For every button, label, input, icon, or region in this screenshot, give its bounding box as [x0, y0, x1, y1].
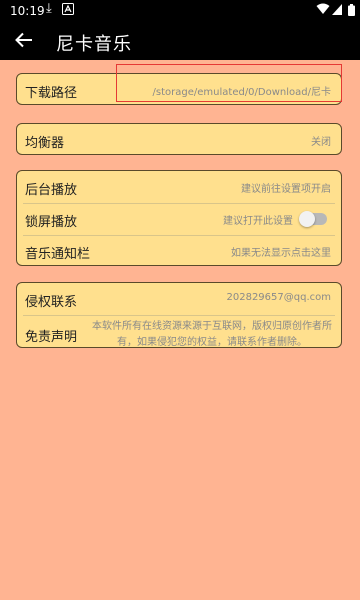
battery-icon [348, 4, 355, 19]
page-title: 尼卡音乐 [56, 34, 132, 55]
equalizer-label: 均衡器 [25, 136, 65, 151]
copyright-contact-label: 侵权联系 [25, 295, 78, 310]
equalizer-row[interactable]: 均衡器 关闭 [16, 123, 342, 155]
lockscreen-play-row[interactable]: 锁屏播放 建议打开此设置 [17, 203, 341, 235]
info-card: 侵权联系 202829657@qq.com 免责声明 本软件所有在线资源来源于互… [16, 282, 342, 348]
download-icon: ⤓ [46, 1, 52, 16]
disclaimer-text: 本软件所有在线资源来源于互联网，版权归原创作者所有，如果侵犯您的权益，请联系作者… [92, 321, 332, 348]
copyright-contact-value: 202829657@qq.com [226, 292, 332, 303]
notification-bar-row[interactable]: 音乐通知栏 如果无法显示点击这里 [17, 235, 341, 267]
equalizer-value: 关闭 [311, 137, 331, 148]
lockscreen-play-value: 建议打开此设置 [223, 216, 293, 227]
a-icon [62, 3, 74, 18]
lockscreen-play-label: 锁屏播放 [25, 215, 78, 230]
copyright-contact-row[interactable]: 侵权联系 202829657@qq.com [17, 283, 341, 315]
status-bar: 10:19 ⤓ [0, 0, 360, 22]
disclaimer-label: 免责声明 [25, 330, 78, 345]
highlight-box [116, 64, 342, 102]
background-play-value: 建议前往设置项开启 [241, 184, 331, 195]
download-path-label: 下载路径 [25, 86, 78, 101]
playback-settings-card: 后台播放 建议前往设置项开启 锁屏播放 建议打开此设置 音乐通知栏 如果无法显示… [16, 170, 342, 266]
app-bar: 尼卡音乐 [0, 22, 360, 60]
status-time: 10:19 [10, 4, 45, 18]
notification-bar-label: 音乐通知栏 [25, 247, 91, 262]
disclaimer-row[interactable]: 免责声明 本软件所有在线资源来源于互联网，版权归原创作者所有，如果侵犯您的权益，… [17, 315, 341, 349]
toggle-knob [299, 211, 315, 227]
wifi-icon [316, 3, 330, 18]
notification-bar-value: 如果无法显示点击这里 [231, 248, 331, 259]
background-play-label: 后台播放 [25, 183, 78, 198]
background-play-row[interactable]: 后台播放 建议前往设置项开启 [17, 171, 341, 203]
signal-icon [332, 4, 342, 18]
lockscreen-toggle[interactable] [299, 211, 327, 227]
arrow-left-icon[interactable] [14, 30, 34, 50]
